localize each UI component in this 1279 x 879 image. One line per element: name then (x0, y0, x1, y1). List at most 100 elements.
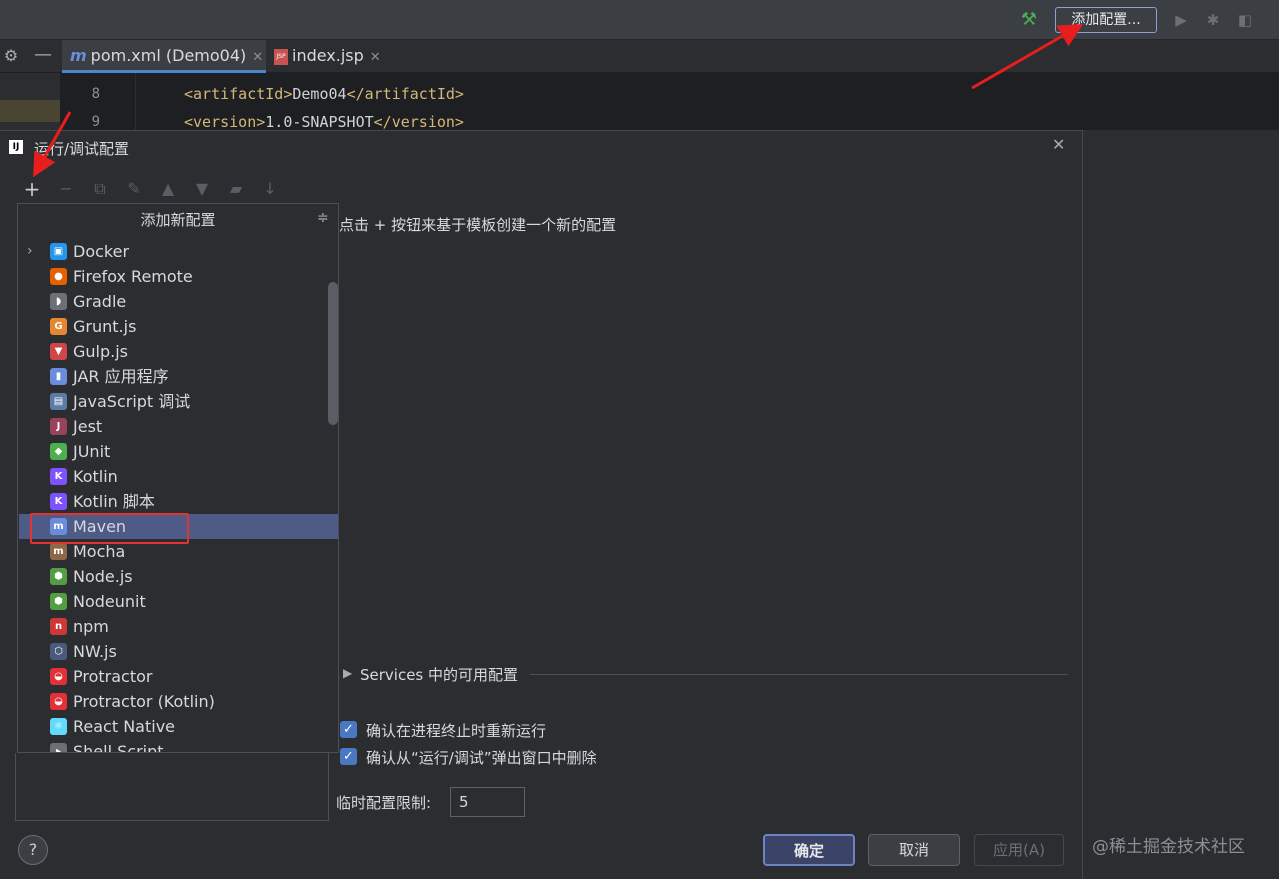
confirm-delete-checkbox[interactable]: ✓ (340, 748, 357, 765)
config-type-item[interactable]: ⬢ Nodeunit (19, 589, 338, 614)
close-icon[interactable]: ✕ (1052, 135, 1065, 154)
temp-limit-input[interactable]: 5 (450, 787, 525, 817)
minimize-icon[interactable]: — (34, 44, 52, 65)
help-button[interactable]: ? (18, 835, 48, 865)
config-type-item[interactable]: ◒ Protractor (Kotlin) (19, 689, 338, 714)
main-toolbar: ⚒ 添加配置... ▶ ✱ ◧ (0, 0, 1279, 40)
grunt-icon: G (50, 318, 67, 335)
config-type-item[interactable]: ⬡ NW.js (19, 639, 338, 664)
config-type-label: Gradle (73, 292, 127, 311)
maven-icon: m (70, 46, 87, 65)
code-line: <version>1.0-SNAPSHOT</version> (184, 113, 464, 131)
watermark: @稀土掘金技术社区 (1092, 837, 1245, 857)
scrollbar[interactable] (328, 282, 338, 425)
nodeunit-icon: ⬢ (50, 593, 67, 610)
config-type-item[interactable]: ◗ Gradle (19, 289, 338, 314)
chevron-right-icon[interactable]: ▶ (343, 666, 352, 680)
nwjs-icon: ⬡ (50, 643, 67, 660)
line-number: 9 (91, 114, 100, 130)
dialog-title: 运行/调试配置 (34, 140, 130, 158)
cancel-button[interactable]: 取消 (868, 834, 960, 866)
popup-title: 添加新配置 (140, 211, 216, 229)
protractor-icon: ◒ (50, 668, 67, 685)
react-icon: ⚛ (50, 718, 67, 735)
jar-icon: ▮ (50, 368, 67, 385)
protractor-kotlin-icon: ◒ (50, 693, 67, 710)
tab-label: pom.xml (Demo04) (90, 46, 247, 65)
debug-icon[interactable]: ✱ (1204, 10, 1222, 30)
junit-icon: ◆ (50, 443, 67, 460)
add-new-config-popup: 添加新配置 ≑ › ▣ Docker ● Firefox Remote ◗ Gradle G G… (17, 203, 339, 753)
docker-icon: ▣ (50, 243, 67, 260)
tab-index-jsp[interactable]: JSP index.jsp ✕ (268, 40, 388, 73)
config-type-item[interactable]: › ▣ Docker (19, 239, 338, 264)
config-type-item[interactable]: K Kotlin 脚本 (19, 489, 338, 514)
firefox-icon: ● (50, 268, 67, 285)
config-type-item[interactable]: ● Firefox Remote (19, 264, 338, 289)
remove-icon[interactable]: − (55, 178, 77, 200)
kotlin-script-icon: K (50, 493, 67, 510)
config-type-item[interactable]: n npm (19, 614, 338, 639)
mocha-icon: m (50, 543, 67, 560)
gulp-icon: ▼ (50, 343, 67, 360)
wrench-icon[interactable]: ✎ (123, 178, 145, 200)
add-icon[interactable]: + (21, 178, 43, 200)
empty-hint: 点击 + 按钮来基于模板创建一个新的配置 (339, 216, 617, 234)
config-type-item[interactable]: ⚛ React Native (19, 714, 338, 739)
chevron-right-icon[interactable]: › (27, 239, 33, 264)
config-type-label: Nodeunit (73, 592, 146, 611)
config-type-item[interactable]: ▤ JavaScript 调试 (19, 389, 338, 414)
config-type-item[interactable]: ▼ Gulp.js (19, 339, 338, 364)
intellij-icon: IJ (9, 140, 23, 154)
collapse-icon[interactable]: ≑ (317, 210, 329, 226)
apply-button[interactable]: 应用(A) (974, 834, 1064, 866)
folder-icon[interactable]: ▰ (225, 178, 247, 200)
add-configuration-button[interactable]: 添加配置... (1055, 7, 1157, 33)
config-type-item[interactable]: ⬢ Node.js (19, 564, 338, 589)
close-icon[interactable]: ✕ (252, 50, 263, 65)
config-type-item[interactable]: ◆ JUnit (19, 439, 338, 464)
shell-icon: ▸ (50, 743, 67, 752)
config-type-item[interactable]: K Kotlin (19, 464, 338, 489)
sort-icon[interactable]: ↓ (259, 178, 281, 200)
move-down-icon[interactable]: ▼ (191, 178, 213, 200)
config-type-label: Gulp.js (73, 342, 129, 361)
copy-icon[interactable]: ⧉ (89, 178, 111, 200)
npm-icon: n (50, 618, 67, 635)
config-type-label: Jest (73, 417, 103, 436)
config-type-item[interactable]: G Grunt.js (19, 314, 338, 339)
config-type-label: Protractor (Kotlin) (73, 692, 215, 711)
close-icon[interactable]: ✕ (370, 50, 381, 65)
temp-limit-label: 临时配置限制: (336, 794, 432, 812)
config-type-label: Grunt.js (73, 317, 137, 336)
config-tree-panel (15, 753, 329, 821)
config-type-item[interactable]: ▸ Shell Script (19, 739, 338, 752)
nodejs-icon: ⬢ (50, 568, 67, 585)
gear-icon[interactable]: ⚙ (2, 46, 20, 66)
config-type-label: Kotlin 脚本 (73, 492, 155, 511)
services-section[interactable]: Services 中的可用配置 (360, 664, 518, 685)
editor-tab-bar: ⚙ — m pom.xml (Demo04) ✕ JSP index.jsp ✕ (0, 40, 1279, 73)
config-type-label: JAR 应用程序 (73, 367, 169, 386)
config-type-item[interactable]: J Jest (19, 414, 338, 439)
config-type-label: Kotlin (73, 467, 118, 486)
run-icon[interactable]: ▶ (1172, 10, 1190, 30)
ok-button[interactable]: 确定 (763, 834, 855, 866)
line-number: 8 (91, 86, 100, 102)
profile-icon[interactable]: ◧ (1236, 10, 1254, 30)
tab-label: index.jsp (292, 46, 364, 65)
config-type-label: npm (73, 617, 109, 636)
config-type-item[interactable]: ▮ JAR 应用程序 (19, 364, 338, 389)
code-line: <artifactId>Demo04</artifactId> (184, 85, 464, 103)
confirm-rerun-checkbox[interactable]: ✓ (340, 721, 357, 738)
tab-pom-xml[interactable]: m pom.xml (Demo04) ✕ (62, 40, 266, 73)
config-type-label: Docker (73, 242, 130, 261)
config-type-item[interactable]: ◒ Protractor (19, 664, 338, 689)
hammer-icon[interactable]: ⚒ (1018, 9, 1040, 31)
kotlin-icon: K (50, 468, 67, 485)
js-debug-icon: ▤ (50, 393, 67, 410)
move-up-icon[interactable]: ▲ (157, 178, 179, 200)
config-type-label: JUnit (73, 442, 111, 461)
config-type-label: NW.js (73, 642, 117, 661)
jest-icon: J (50, 418, 67, 435)
